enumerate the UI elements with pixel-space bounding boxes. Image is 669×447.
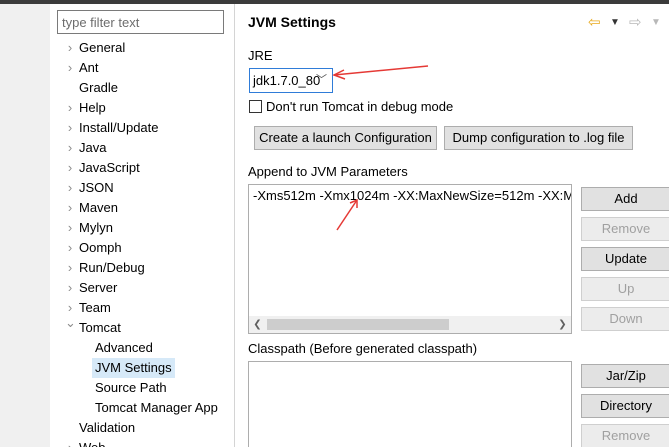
tree-item-label: Web <box>79 438 106 447</box>
collapsed-chevron-icon[interactable]: › <box>65 38 75 58</box>
jvm-parameters-value: -Xms512m -Xmx1024m -XX:MaxNewSize=512m -… <box>253 188 572 203</box>
classpath-list[interactable] <box>248 361 572 447</box>
tree-item[interactable]: › General <box>50 38 235 58</box>
tree-item[interactable]: Tomcat Manager App <box>50 398 235 418</box>
collapsed-chevron-icon[interactable]: › <box>65 98 75 118</box>
tree-item[interactable]: › JavaScript <box>50 158 235 178</box>
collapsed-chevron-icon[interactable]: › <box>65 58 75 78</box>
tree-item-label: Tomcat <box>79 320 121 335</box>
tree-item[interactable]: Gradle <box>50 78 235 98</box>
tree-item[interactable]: JVM Settings <box>50 358 235 378</box>
back-arrow-icon[interactable]: ⇦ <box>588 13 601 33</box>
down-button[interactable]: Down <box>581 307 669 331</box>
tree-item-label: Gradle <box>79 80 119 95</box>
tree-item[interactable]: › JSON <box>50 178 235 198</box>
tree-item-label: Ant <box>79 60 99 75</box>
collapsed-chevron-icon[interactable]: › <box>65 118 75 138</box>
tree-item[interactable]: Advanced <box>50 338 235 358</box>
tree-item-label: Source Path <box>95 380 167 395</box>
tree-item[interactable]: › Install/Update <box>50 118 235 138</box>
chevron-down-icon: ﹀ <box>316 74 327 86</box>
collapsed-chevron-icon[interactable]: › <box>65 218 75 238</box>
tree-item[interactable]: › Web <box>50 438 235 447</box>
jvm-parameters-textarea[interactable]: -Xms512m -Xmx1024m -XX:MaxNewSize=512m -… <box>248 184 572 334</box>
collapsed-chevron-icon[interactable]: › <box>65 438 75 447</box>
tree-item-label: Oomph <box>79 240 122 255</box>
add-button[interactable]: Add <box>581 187 669 211</box>
jvm-settings-page: JVM Settings ⇦ ▼ ⇨ ▼ JRE jdk1.7.0_80 ﹀ D… <box>236 4 669 447</box>
tree-item-label: Team <box>79 300 111 315</box>
forward-dropdown-icon[interactable]: ▼ <box>651 13 661 33</box>
expanded-chevron-icon[interactable]: ⌄ <box>65 313 76 333</box>
left-gutter <box>0 4 50 447</box>
collapsed-chevron-icon[interactable]: › <box>65 258 75 278</box>
tree-item[interactable]: › Help <box>50 98 235 118</box>
create-launch-configuration-button[interactable]: Create a launch Configuration <box>254 126 437 150</box>
tree-item-label: Tomcat Manager App <box>95 400 218 415</box>
tree-item-label: JSON <box>79 180 114 195</box>
jvm-parameters-label: Append to JVM Parameters <box>248 164 408 179</box>
jre-selected-value: jdk1.7.0_80 <box>253 73 321 88</box>
dump-configuration-button[interactable]: Dump configuration to .log file <box>444 126 633 150</box>
update-button[interactable]: Update <box>581 247 669 271</box>
collapsed-chevron-icon[interactable]: › <box>65 238 75 258</box>
scroll-right-icon[interactable]: ❯ <box>554 316 571 333</box>
tree-item[interactable]: › Maven <box>50 198 235 218</box>
tree-item[interactable]: › Run/Debug <box>50 258 235 278</box>
filter-input[interactable] <box>57 10 224 34</box>
tree-item[interactable]: Source Path <box>50 378 235 398</box>
tree-item[interactable]: › Oomph <box>50 238 235 258</box>
preferences-tree-panel: › General › Ant Gradle › Help › Install/Update › J… <box>50 4 235 447</box>
tree-item-label: Help <box>79 100 106 115</box>
tree-item-label: Install/Update <box>79 120 159 135</box>
tree-item[interactable]: › Java <box>50 138 235 158</box>
collapsed-chevron-icon[interactable]: › <box>65 178 75 198</box>
forward-arrow-icon[interactable]: ⇨ <box>629 13 642 33</box>
jre-select[interactable]: jdk1.7.0_80 ﹀ <box>249 68 333 93</box>
tree-item[interactable]: › Server <box>50 278 235 298</box>
tree-item-label: Validation <box>79 420 136 435</box>
scrollbar-thumb[interactable] <box>267 319 449 330</box>
tree-item-label: Mylyn <box>79 220 113 235</box>
back-dropdown-icon[interactable]: ▼ <box>610 13 620 33</box>
jre-label: JRE <box>248 48 273 63</box>
collapsed-chevron-icon[interactable]: › <box>65 198 75 218</box>
tree-item[interactable]: › Ant <box>50 58 235 78</box>
tree-item-label: JavaScript <box>79 160 140 175</box>
tree-item-label: Server <box>79 280 118 295</box>
scroll-left-icon[interactable]: ❮ <box>249 316 266 333</box>
tree-item[interactable]: Validation <box>50 418 235 438</box>
tree-item-label: Maven <box>79 200 119 215</box>
tree-item-label: General <box>79 40 126 55</box>
debug-mode-checkbox-label[interactable]: Don't run Tomcat in debug mode <box>266 99 453 114</box>
debug-mode-checkbox[interactable] <box>249 100 262 113</box>
up-button[interactable]: Up <box>581 277 669 301</box>
horizontal-scrollbar[interactable]: ❮ ❯ <box>249 316 571 333</box>
tree-item[interactable]: ⌄ Tomcat <box>50 315 235 338</box>
collapsed-chevron-icon[interactable]: › <box>65 138 75 158</box>
tree-item-label: Java <box>79 140 107 155</box>
page-title: JVM Settings <box>248 14 336 30</box>
tree-item-label: JVM Settings <box>92 358 175 378</box>
tree-item[interactable]: › Mylyn <box>50 218 235 238</box>
collapsed-chevron-icon[interactable]: › <box>65 278 75 298</box>
tree-item-label: Run/Debug <box>79 260 145 275</box>
remove-parameter-button[interactable]: Remove <box>581 217 669 241</box>
classpath-label: Classpath (Before generated classpath) <box>248 341 478 356</box>
tree-item-label: Advanced <box>95 340 153 355</box>
collapsed-chevron-icon[interactable]: › <box>65 158 75 178</box>
remove-classpath-button[interactable]: Remove <box>581 424 669 447</box>
jar-zip-button[interactable]: Jar/Zip <box>581 364 669 388</box>
directory-button[interactable]: Directory <box>581 394 669 418</box>
tree-item[interactable]: › Team <box>50 298 235 318</box>
